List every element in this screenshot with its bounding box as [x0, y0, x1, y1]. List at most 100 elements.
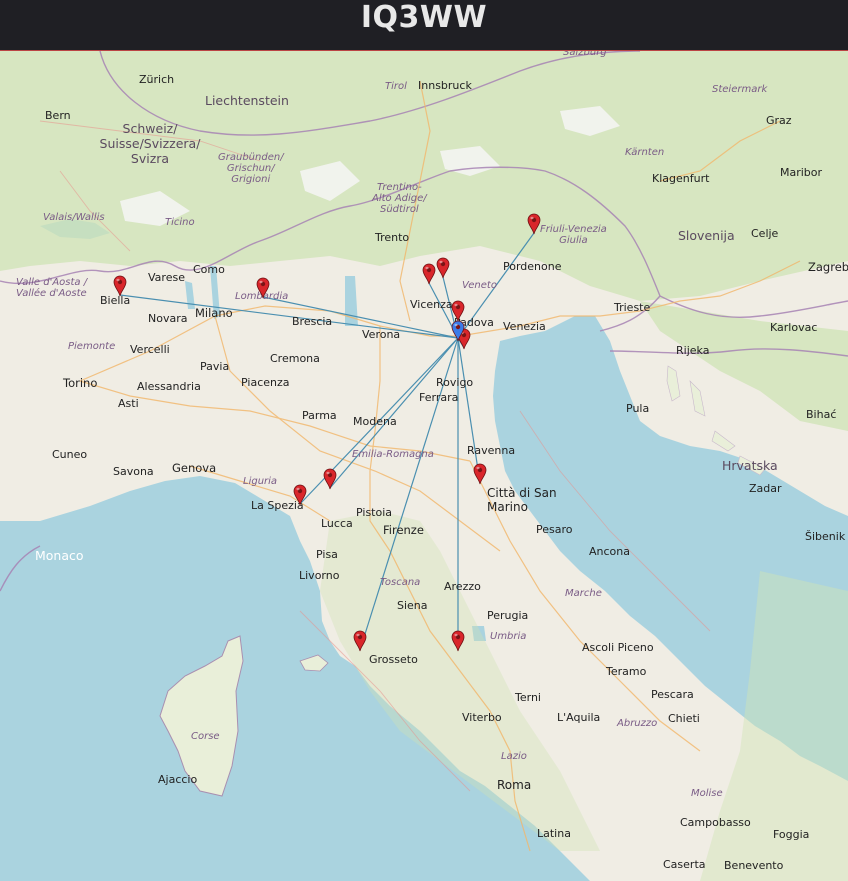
city-label-novara: Novara	[148, 312, 188, 325]
city-label-ascoli-piceno: Ascoli Piceno	[582, 641, 654, 654]
city-label-celje: Celje	[751, 227, 779, 240]
station-marker[interactable]	[422, 263, 436, 285]
city-label-san-marino: Città di San Marino	[487, 486, 557, 514]
city-label-latina: Latina	[537, 827, 571, 840]
city-label-asti: Asti	[118, 397, 139, 410]
home-station-marker[interactable]	[451, 320, 465, 342]
city-label-graz: Graz	[766, 114, 792, 127]
region-label-ticino: Ticino	[165, 217, 195, 228]
city-label-cuneo: Cuneo	[52, 448, 88, 461]
region-label-trentino: Trentino- Alto Adige/ Südtirol	[372, 182, 427, 215]
region-label-umbria: Umbria	[490, 631, 527, 642]
city-label-pescara: Pescara	[651, 688, 694, 701]
city-label-cremona: Cremona	[270, 352, 320, 365]
region-label-molise: Molise	[691, 788, 723, 799]
city-label-venezia: Venezia	[503, 320, 546, 333]
city-label-livorno: Livorno	[299, 569, 340, 582]
city-label-viterbo: Viterbo	[462, 711, 502, 724]
city-label-perugia: Perugia	[487, 609, 529, 622]
station-marker[interactable]	[451, 630, 465, 652]
region-label-graubunden: Graubünden/ Grischun/ Grigioni	[218, 152, 284, 185]
station-marker[interactable]	[323, 468, 337, 490]
station-marker[interactable]	[473, 463, 487, 485]
city-label-ravenna: Ravenna	[467, 444, 516, 457]
country-label-hrvatska: Hrvatska	[722, 458, 778, 473]
city-label-pesaro: Pesaro	[536, 523, 573, 536]
city-label-como: Como	[193, 263, 225, 276]
region-label-abruzzo: Abruzzo	[617, 718, 658, 729]
city-label-alessandria: Alessandria	[137, 380, 201, 393]
city-label-rovigo: Rovigo	[436, 376, 474, 389]
city-label-lucca: Lucca	[321, 517, 353, 530]
city-label-savona: Savona	[113, 465, 154, 478]
region-label-corse: Corse	[191, 731, 220, 742]
city-label-laquila: L'Aquila	[557, 711, 601, 724]
city-label-arezzo: Arezzo	[444, 580, 481, 593]
city-label-varese: Varese	[148, 271, 185, 284]
city-label-terni: Terni	[515, 691, 541, 704]
city-label-chieti: Chieti	[668, 712, 700, 725]
region-label-marche: Marche	[565, 588, 602, 599]
country-label-liechtenstein: Liechtenstein	[205, 93, 289, 108]
city-label-maribor: Maribor	[780, 166, 823, 179]
city-label-klagenfurt: Klagenfurt	[652, 172, 710, 185]
region-label-steiermark: Steiermark	[712, 84, 768, 95]
city-label-roma: Roma	[497, 778, 532, 792]
region-label-emilia-romagna: Emilia-Romagna	[352, 449, 434, 460]
city-label-verona: Verona	[362, 328, 401, 341]
city-label-vicenza: Vicenza	[410, 298, 453, 311]
city-label-torino: Torino	[63, 376, 98, 390]
region-label-tirol: Tirol	[385, 81, 407, 92]
city-label-firenze: Firenze	[383, 523, 424, 537]
region-label-valais: Valais/Wallis	[43, 212, 105, 223]
region-label-toscana: Toscana	[380, 577, 421, 588]
city-label-benevento: Benevento	[724, 859, 784, 872]
app-header: IQ3WW	[0, 0, 848, 50]
city-label-zagreb: Zagreb	[808, 260, 848, 274]
city-label-campobasso: Campobasso	[680, 816, 751, 829]
country-label-slovenija: Slovenija	[678, 228, 735, 243]
station-marker[interactable]	[256, 277, 270, 299]
station-marker[interactable]	[436, 257, 450, 279]
city-label-grosseto: Grosseto	[369, 653, 418, 666]
city-label-bihac: Bihać	[806, 408, 837, 421]
station-marker[interactable]	[293, 484, 307, 506]
city-label-pavia: Pavia	[200, 360, 230, 373]
city-label-siena: Siena	[397, 599, 428, 612]
region-label-veneto: Veneto	[462, 280, 497, 291]
country-label-monaco: Monaco	[35, 548, 84, 563]
city-label-pordenone: Pordenone	[503, 260, 562, 273]
city-label-ancona: Ancona	[589, 545, 630, 558]
city-label-foggia: Foggia	[773, 828, 810, 841]
city-label-ferrara: Ferrara	[419, 391, 459, 404]
region-label-valle-daosta: Valle d'Aosta / Vallée d'Aoste	[16, 277, 88, 299]
station-marker[interactable]	[527, 213, 541, 235]
city-label-caserta: Caserta	[663, 858, 706, 871]
city-label-sibenik: Šibenik	[805, 530, 846, 543]
map-view[interactable]: Liechtenstein Schweiz/ Suisse/Svizzera/ …	[0, 50, 848, 881]
city-label-milano: Milano	[195, 306, 233, 320]
country-label-switzerland: Schweiz/ Suisse/Svizzera/ Svizra	[99, 121, 201, 166]
station-marker[interactable]	[353, 630, 367, 652]
region-label-piemonte: Piemonte	[68, 341, 116, 352]
region-label-friuli: Friuli-Venezia Giulia	[540, 224, 607, 246]
city-label-modena: Modena	[353, 415, 397, 428]
region-label-liguria: Liguria	[243, 476, 278, 487]
city-label-brescia: Brescia	[292, 315, 333, 328]
station-marker[interactable]	[113, 275, 127, 297]
city-label-bern: Bern	[45, 109, 71, 122]
city-label-trieste: Trieste	[614, 301, 651, 314]
city-label-karlovac: Karlovac	[770, 321, 818, 334]
page-title: IQ3WW	[360, 0, 488, 35]
station-marker[interactable]	[451, 300, 465, 322]
city-label-rijeka: Rijeka	[676, 344, 710, 357]
city-label-zurich: Zürich	[139, 73, 175, 86]
city-label-zadar: Zadar	[749, 482, 782, 495]
region-label-lazio: Lazio	[501, 751, 527, 762]
city-label-teramo: Teramo	[606, 665, 647, 678]
city-label-pistoia: Pistoia	[356, 506, 393, 519]
city-label-vercelli: Vercelli	[130, 343, 170, 356]
region-label-karnten: Kärnten	[625, 147, 665, 158]
city-label-innsbruck: Innsbruck	[418, 79, 472, 92]
link-line	[329, 337, 459, 489]
